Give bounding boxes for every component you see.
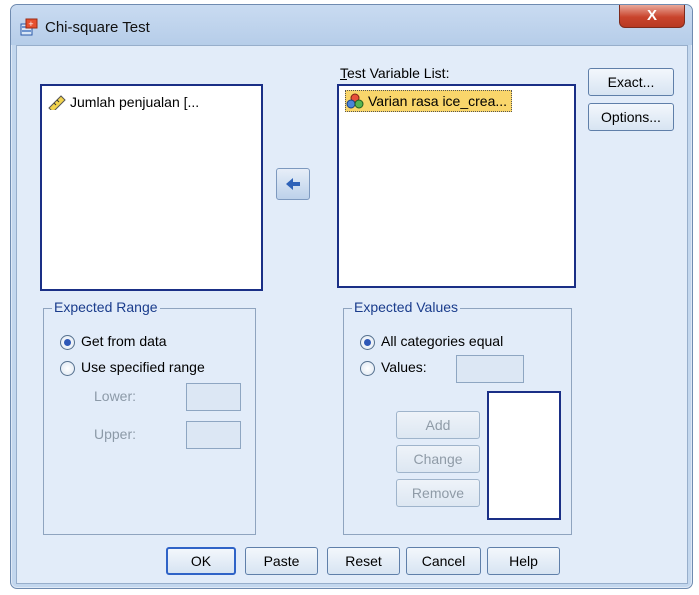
all-categories-equal-radio[interactable] xyxy=(360,335,375,350)
test-variable-list-label: Test Variable List: xyxy=(340,65,450,81)
list-item[interactable]: Jumlah penjualan [... xyxy=(48,92,199,112)
source-variable-list[interactable]: Jumlah penjualan [... xyxy=(40,84,263,291)
ruler-scale-icon xyxy=(48,95,66,110)
close-button[interactable]: X xyxy=(619,5,685,28)
nominal-variable-icon xyxy=(346,93,364,109)
remove-button[interactable]: Remove xyxy=(396,479,480,507)
ok-button[interactable]: OK xyxy=(166,547,236,575)
all-categories-equal-label[interactable]: All categories equal xyxy=(381,333,503,349)
expected-values-title: Expected Values xyxy=(352,299,461,315)
variable-label: Varian rasa ice_crea... xyxy=(368,93,508,109)
expected-values-group: Expected Values All categories equal Val… xyxy=(343,299,572,535)
reset-button[interactable]: Reset xyxy=(327,547,400,575)
cancel-button[interactable]: Cancel xyxy=(406,547,481,575)
values-radio[interactable] xyxy=(360,361,375,376)
upper-label: Upper: xyxy=(94,426,137,442)
dialog-client-area: Jumlah penjualan [... Test Variable List… xyxy=(16,45,688,584)
use-specified-range-radio[interactable] xyxy=(60,361,75,376)
exact-button[interactable]: Exact... xyxy=(588,68,674,96)
svg-text:+: + xyxy=(28,20,34,28)
lower-label: Lower: xyxy=(94,388,137,404)
title-bar[interactable]: + Chi-square Test X xyxy=(11,5,692,45)
spss-app-icon: + xyxy=(20,18,38,36)
change-button[interactable]: Change xyxy=(396,445,480,473)
window-title: Chi-square Test xyxy=(45,19,150,36)
values-list[interactable] xyxy=(487,391,561,520)
add-button[interactable]: Add xyxy=(396,411,480,439)
use-specified-range-label[interactable]: Use specified range xyxy=(81,359,205,375)
chi-square-dialog: + Chi-square Test X Jumlah penjualan [..… xyxy=(10,4,693,589)
arrow-left-icon xyxy=(286,178,300,190)
expected-range-group: Expected Range Get from data Use specifi… xyxy=(43,299,256,535)
move-variable-button[interactable] xyxy=(276,168,310,200)
get-from-data-label[interactable]: Get from data xyxy=(81,333,167,349)
test-variable-list[interactable]: Varian rasa ice_crea... xyxy=(337,84,576,288)
paste-button[interactable]: Paste xyxy=(245,547,318,575)
list-item[interactable]: Varian rasa ice_crea... xyxy=(345,90,513,112)
upper-input[interactable] xyxy=(186,421,241,449)
expected-range-title: Expected Range xyxy=(52,299,160,315)
values-input[interactable] xyxy=(456,355,524,383)
values-label[interactable]: Values: xyxy=(381,359,427,375)
options-button[interactable]: Options... xyxy=(588,103,674,131)
get-from-data-radio[interactable] xyxy=(60,335,75,350)
lower-input[interactable] xyxy=(186,383,241,411)
variable-label: Jumlah penjualan [... xyxy=(70,94,200,110)
help-button[interactable]: Help xyxy=(487,547,560,575)
